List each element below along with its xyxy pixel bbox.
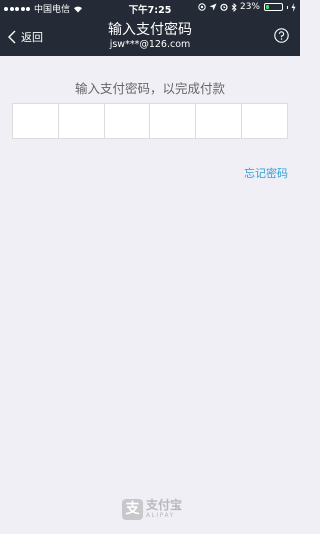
- status-right: 23%: [198, 2, 296, 12]
- logo-text-en: ALIPAY: [146, 512, 175, 519]
- pin-digit-cell[interactable]: [13, 104, 59, 138]
- alipay-logo-icon: 支: [122, 499, 143, 520]
- alarm-icon: [220, 3, 228, 11]
- logo-text: 支付宝 ALIPAY: [146, 499, 182, 520]
- pin-prompt: 输入支付密码，以完成付款: [74, 81, 225, 96]
- status-bar: 中国电信 下午7:25 23%: [0, 0, 300, 16]
- logo-text-cn: 支付宝: [146, 498, 183, 512]
- pin-digit-cell[interactable]: [150, 104, 197, 138]
- pin-digit-cell[interactable]: [59, 104, 105, 138]
- forgot-password-link[interactable]: 忘记密码: [244, 165, 288, 181]
- alipay-logo: 支 支付宝 ALIPAY: [122, 499, 182, 520]
- pin-digit-cell[interactable]: [242, 104, 287, 138]
- pin-input[interactable]: [12, 103, 288, 139]
- navigation-icon: [209, 3, 217, 11]
- battery-cap: [286, 5, 288, 9]
- account-subtitle: jsw***@126.com: [109, 39, 191, 50]
- header: 中国电信 下午7:25 23% 返回 输入支付密码 jsw***@126.com: [0, 0, 300, 56]
- battery-fill: [266, 5, 270, 9]
- battery-icon: [264, 3, 283, 11]
- bluetooth-icon: [231, 2, 237, 12]
- battery-percent: 23%: [239, 2, 260, 12]
- pin-digit-cell[interactable]: [196, 104, 243, 138]
- charging-icon: [291, 2, 296, 12]
- page-title: 输入支付密码: [108, 22, 192, 38]
- location-icon: [198, 3, 206, 11]
- pin-digit-cell[interactable]: [105, 104, 151, 138]
- help-icon[interactable]: [274, 28, 289, 43]
